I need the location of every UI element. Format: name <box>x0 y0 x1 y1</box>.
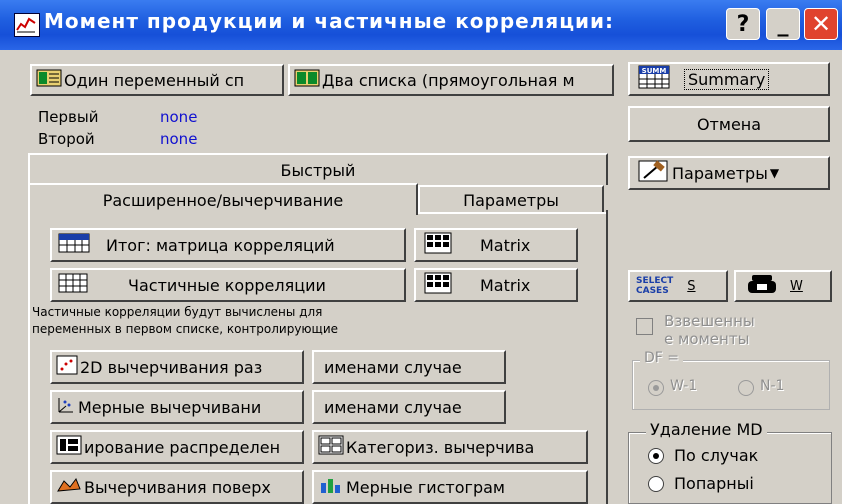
first-list-value: none <box>160 108 198 126</box>
case-names-button-1[interactable]: именами случае <box>312 350 506 384</box>
casewise-label: По случак <box>674 446 759 465</box>
weighted-moments-label: Взвешенны е моменты <box>664 312 755 348</box>
case-names-label-1: именами случае <box>324 357 462 377</box>
histogram-icon <box>56 435 82 459</box>
weight-icon <box>746 273 778 299</box>
weighted-moments-checkbox[interactable] <box>636 318 653 335</box>
help-icon: ? <box>736 11 750 37</box>
tab-options[interactable]: Параметры <box>418 185 604 213</box>
select-cases-label: S <box>687 278 696 294</box>
summary-button[interactable]: SUMM Summary <box>628 62 830 96</box>
case-names-label-2: именами случае <box>324 397 462 417</box>
case-names-button-2[interactable]: именами случае <box>312 390 506 424</box>
tab-options-label: Параметры <box>463 190 559 210</box>
3d-histograms-button[interactable]: Мерные гистограм <box>312 470 588 504</box>
surface-plots-button[interactable]: Вычерчивания поверх <box>50 470 304 504</box>
matrix-label-1: Matrix <box>480 235 531 255</box>
matrix-label-2: Matrix <box>480 275 531 295</box>
df-group-title: DF = <box>640 350 684 366</box>
tab-quick-label: Быстрый <box>280 160 356 180</box>
note-line-2: переменных в первом списке, контролирующ… <box>32 322 339 336</box>
cancel-button[interactable]: Отмена <box>628 106 830 142</box>
histograms-button[interactable]: ирование распределен <box>50 430 304 464</box>
minimize-button[interactable]: _ <box>766 8 800 40</box>
two-variable-lists-button[interactable]: Два списка (прямоугольная м <box>288 64 614 96</box>
tab-quick[interactable]: Быстрый <box>28 153 608 185</box>
partial-correlations-button[interactable]: Частичные корреляции <box>50 268 406 302</box>
close-button[interactable]: ✕ <box>804 8 838 40</box>
w1-radio[interactable] <box>648 380 664 396</box>
scatterplot-2d-label: 2D вычерчивания раз <box>80 357 263 377</box>
close-icon: ✕ <box>810 10 832 38</box>
table-grid-icon <box>58 273 88 297</box>
one-variable-list-label: Один переменный сп <box>64 70 245 90</box>
scatterplot-3d-button[interactable]: Мерные вычерчивани <box>50 390 304 424</box>
matrix-plot-icon <box>424 232 452 258</box>
casewise-radio[interactable] <box>648 448 664 464</box>
weight-label: W <box>790 278 803 294</box>
chevron-down-icon: ▼ <box>769 166 780 180</box>
histograms-label: ирование распределен <box>84 437 281 457</box>
surface-plot-icon <box>56 475 82 499</box>
3d-histograms-label: Мерные гистограм <box>346 477 505 497</box>
options-menu-button[interactable]: Параметры ▼ <box>628 156 830 190</box>
3d-histogram-icon <box>318 475 344 499</box>
weighted-moments-line1: Взвешенны <box>664 312 755 330</box>
variables-grid-icon <box>36 68 62 92</box>
scatterplot-2d-button[interactable]: 2D вычерчивания раз <box>50 350 304 384</box>
w1-label: W-1 <box>670 378 698 394</box>
select-cases-icon-line1: SELECT <box>636 276 674 286</box>
one-variable-list-button[interactable]: Один переменный сп <box>30 64 284 96</box>
help-button[interactable]: ? <box>726 8 760 40</box>
tab-advanced-label: Расширенное/вычерчивание <box>102 190 344 210</box>
app-chart-icon <box>14 13 40 37</box>
second-list-value: none <box>160 130 198 148</box>
tab-advanced[interactable]: Расширенное/вычерчивание <box>28 183 418 215</box>
pairwise-radio[interactable] <box>648 476 664 492</box>
categorized-plots-label: Категориз. вычерчива <box>346 437 535 457</box>
options-hammer-icon <box>638 160 668 186</box>
summary-matrix-label: Итог: матрица корреляций <box>106 235 335 255</box>
cancel-label: Отмена <box>696 114 762 134</box>
partial-correlations-label: Частичные корреляции <box>128 275 326 295</box>
n1-label: N-1 <box>760 378 785 394</box>
summary-matrix-button[interactable]: Итог: матрица корреляций <box>50 228 406 262</box>
select-cases-icon: SELECT CASES <box>636 276 673 296</box>
md-deletion-title: Удаление MD <box>646 420 767 439</box>
matrix-button-1[interactable]: Matrix <box>414 228 578 262</box>
md-deletion-group <box>628 432 832 504</box>
summary-matrix-icon <box>58 233 90 257</box>
window-title: Момент продукции и частичные корреляции: <box>44 9 615 33</box>
scatter-2d-icon <box>56 355 78 379</box>
two-lists-icon <box>294 68 320 92</box>
summary-icon-text: SUMM <box>642 67 667 75</box>
weight-button[interactable]: W <box>734 270 832 302</box>
summary-label: Summary <box>684 68 770 90</box>
dialog-window: Момент продукции и частичные корреляции:… <box>0 0 842 504</box>
second-list-label: Второй <box>38 130 95 148</box>
options-menu-label: Параметры <box>672 163 768 183</box>
first-list-label: Первый <box>38 108 99 126</box>
scatter-3d-icon <box>56 395 76 419</box>
select-cases-button[interactable]: SELECT CASES S <box>628 270 728 302</box>
title-bar[interactable]: Момент продукции и частичные корреляции:… <box>0 0 842 50</box>
categorized-plots-button[interactable]: Категориз. вычерчива <box>312 430 588 464</box>
surface-plots-label: Вычерчивания поверх <box>84 477 271 497</box>
select-cases-icon-line2: CASES <box>636 286 669 296</box>
note-line-1: Частичные корреляции будут вычислены для <box>32 305 323 319</box>
two-variable-lists-label: Два списка (прямоугольная м <box>322 70 575 90</box>
partial-correlations-note: Частичные корреляции будут вычислены для… <box>32 304 338 338</box>
n1-radio[interactable] <box>738 380 754 396</box>
matrix-button-2[interactable]: Matrix <box>414 268 578 302</box>
categorized-grid-icon <box>318 435 344 459</box>
summary-icon: SUMM <box>638 65 670 93</box>
weighted-moments-line2: е моменты <box>664 330 750 348</box>
minimize-icon: _ <box>777 11 789 37</box>
matrix-plot-icon-2 <box>424 272 452 298</box>
pairwise-label: Попарныі <box>674 474 754 493</box>
scatterplot-3d-label: Мерные вычерчивани <box>78 397 262 417</box>
